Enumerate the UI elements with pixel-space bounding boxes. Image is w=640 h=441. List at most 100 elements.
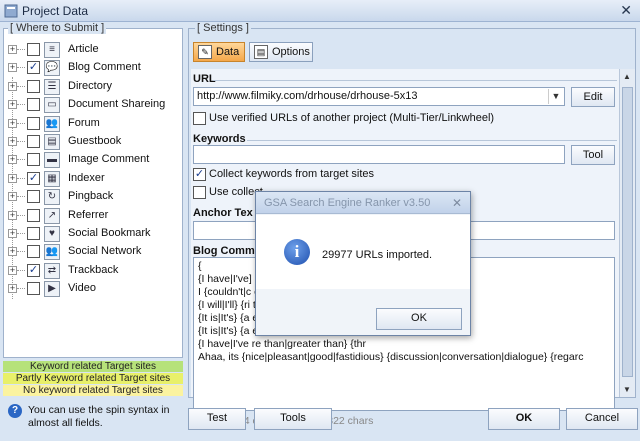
- scroll-up-icon[interactable]: ▲: [623, 72, 631, 81]
- tools-button[interactable]: Tools: [254, 408, 332, 430]
- tree-item[interactable]: + 👥 Forum: [8, 115, 178, 133]
- tree-item[interactable]: + ♥ Social Bookmark: [8, 225, 178, 243]
- tree-item[interactable]: + 👥 Social Network: [8, 243, 178, 261]
- tree-item-label: Indexer: [68, 171, 105, 184]
- checkbox[interactable]: [193, 186, 206, 199]
- tree-connector: [17, 214, 25, 216]
- title-bar: Project Data ✕: [0, 0, 640, 22]
- ok-button[interactable]: OK: [488, 408, 560, 430]
- url-heading: URL: [193, 73, 216, 85]
- tree-item[interactable]: + ▬ Image Comment: [8, 151, 178, 169]
- trackback-icon: ⇄: [44, 262, 60, 279]
- checkbox[interactable]: [27, 43, 40, 56]
- settings-scrollbar[interactable]: ▲ ▼: [619, 69, 635, 397]
- tree-item-label: Blog Comment: [68, 61, 141, 74]
- checkbox-checked[interactable]: ✓: [27, 61, 40, 75]
- dialog-close-icon[interactable]: ✕: [452, 196, 462, 210]
- test-button[interactable]: Test: [188, 408, 246, 430]
- document-icon: ▭: [44, 97, 60, 114]
- expand-icon[interactable]: +: [8, 247, 17, 257]
- edit-button[interactable]: Edit: [571, 87, 615, 107]
- expand-icon[interactable]: +: [8, 155, 17, 165]
- tool-button[interactable]: Tool: [571, 145, 615, 165]
- tab-options[interactable]: ▤ Options: [249, 42, 313, 62]
- tree-connector: [17, 177, 25, 179]
- tree-connector: [17, 233, 25, 234]
- expand-icon[interactable]: +: [8, 45, 17, 54]
- checkbox[interactable]: [27, 227, 40, 240]
- checkbox[interactable]: [27, 116, 40, 130]
- legend-partly-keyword-related: Partly Keyword related Target sites: [3, 373, 183, 384]
- tree-connector: [17, 122, 25, 124]
- checkbox[interactable]: [27, 153, 40, 167]
- forum-icon: 👥: [44, 115, 60, 132]
- keywords-heading: Keywords: [193, 133, 246, 145]
- tree-connector: [17, 85, 25, 87]
- expand-icon[interactable]: +: [8, 229, 17, 238]
- expand-icon[interactable]: +: [8, 210, 17, 220]
- tree-item-label: Referrer: [68, 208, 109, 221]
- dialog-ok-button[interactable]: OK: [376, 308, 462, 330]
- tree-connector: [17, 141, 25, 142]
- checkbox[interactable]: [27, 245, 40, 259]
- tab-data-label: Data: [216, 46, 240, 58]
- tree-connector: [17, 196, 25, 198]
- checkbox[interactable]: [27, 79, 40, 93]
- tree-item[interactable]: + ✓ 💬 Blog Comment: [8, 59, 178, 77]
- social-bookmark-icon: ♥: [44, 226, 60, 242]
- url-combobox[interactable]: http://www.filmiky.com/drhouse/drhouse-5…: [193, 87, 565, 106]
- tree-connector: [17, 251, 25, 253]
- cancel-button[interactable]: Cancel: [566, 408, 638, 430]
- tree-item[interactable]: + ✓ ⇄ Trackback: [8, 262, 178, 280]
- tree-item[interactable]: + ↗ Referrer: [8, 207, 178, 225]
- tree-item[interactable]: + ✓ ▦ Indexer: [8, 170, 178, 188]
- tree-item[interactable]: + ▭ Document Shareing: [8, 96, 178, 114]
- expand-icon[interactable]: +: [8, 173, 17, 183]
- tree-item[interactable]: + ▶ Video: [8, 280, 178, 298]
- dialog-message: 29977 URLs imported.: [322, 249, 433, 261]
- tab-options-label: Options: [272, 46, 310, 58]
- social-network-icon: 👥: [44, 244, 60, 261]
- tree-item-label: Forum: [68, 116, 100, 129]
- checkbox[interactable]: [193, 112, 206, 125]
- expand-icon[interactable]: +: [8, 63, 17, 73]
- expand-icon[interactable]: +: [8, 100, 17, 110]
- checkbox-checked[interactable]: ✓: [193, 168, 206, 181]
- expand-icon[interactable]: +: [8, 265, 17, 275]
- scroll-down-icon[interactable]: ▼: [623, 385, 631, 394]
- settings-legend: [ Settings ]: [195, 22, 251, 34]
- expand-icon[interactable]: +: [8, 284, 17, 294]
- checkbox-checked[interactable]: ✓: [27, 263, 40, 277]
- divider: [247, 140, 617, 141]
- blog-comment-line: Ahaa, its {nice|pleasant|good|fastidious…: [198, 351, 584, 363]
- blog-comment-line: {I have|I've re than|greater than} {thr: [198, 338, 366, 350]
- checkbox[interactable]: [27, 208, 40, 222]
- tree-item[interactable]: + ≡ Article: [8, 41, 178, 59]
- tree-item-label: Trackback: [68, 263, 119, 276]
- scrollbar-thumb[interactable]: [622, 87, 633, 377]
- expand-icon[interactable]: +: [8, 81, 17, 91]
- help-icon[interactable]: ?: [8, 404, 22, 418]
- url-value: http://www.filmiky.com/drhouse/drhouse-5…: [197, 90, 418, 102]
- checkbox[interactable]: [27, 190, 40, 204]
- tree-item[interactable]: + ☰ Directory: [8, 78, 178, 96]
- expand-icon[interactable]: +: [8, 192, 17, 202]
- where-to-submit-group: [ Where to Submit ] + ≡ Article + ✓ 💬 Blog Com…: [3, 22, 183, 358]
- dialog-title: GSA Search Engine Ranker v3.50: [264, 197, 431, 209]
- tab-data[interactable]: ✎ Data: [193, 42, 245, 62]
- tree-item-label: Article: [68, 43, 99, 55]
- video-icon: ▶: [44, 281, 60, 298]
- close-icon[interactable]: ✕: [620, 2, 632, 19]
- tree-item[interactable]: + ▤ Guestbook: [8, 133, 178, 151]
- checkbox[interactable]: [27, 135, 40, 148]
- chevron-down-icon[interactable]: ▼: [548, 89, 563, 104]
- expand-icon[interactable]: +: [8, 137, 17, 146]
- expand-icon[interactable]: +: [8, 118, 17, 128]
- guestbook-icon: ▤: [44, 134, 60, 150]
- checkbox[interactable]: [27, 282, 40, 296]
- checkbox-checked[interactable]: ✓: [27, 171, 40, 185]
- keywords-input[interactable]: [193, 145, 565, 164]
- tree-connector: [17, 49, 25, 50]
- tree-item[interactable]: + ↻ Pingback: [8, 188, 178, 206]
- checkbox[interactable]: [27, 98, 40, 112]
